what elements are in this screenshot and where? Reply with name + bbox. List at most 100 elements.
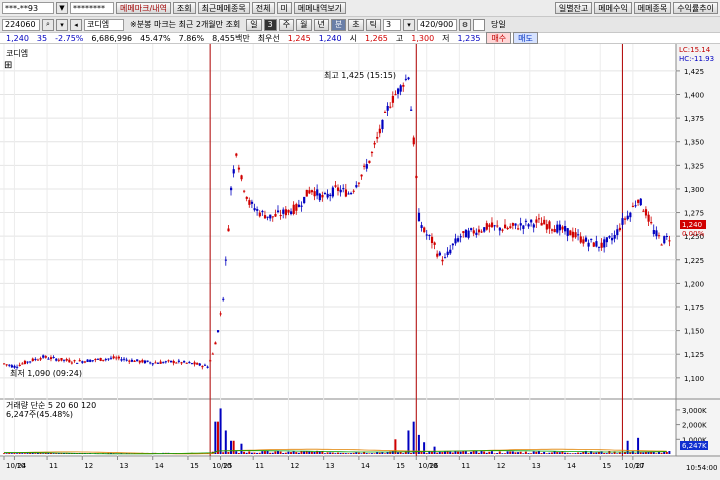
stock-dropdown-icon[interactable]: ▾ bbox=[56, 18, 68, 31]
volume-bar bbox=[3, 453, 5, 454]
time-axis-label: 10 bbox=[223, 462, 232, 470]
candle-body bbox=[91, 360, 94, 362]
trade-history-view-button[interactable]: 메메내역보기 bbox=[293, 2, 347, 14]
candle-body bbox=[23, 360, 27, 364]
volume-bar bbox=[323, 453, 326, 454]
price-axis-label: 1,425 bbox=[684, 68, 704, 76]
candle-body bbox=[256, 209, 259, 211]
candle-body bbox=[303, 196, 306, 204]
candle-body bbox=[459, 236, 462, 238]
data-count-field[interactable]: 420/900 bbox=[417, 18, 458, 31]
candle-body bbox=[438, 252, 441, 256]
all-button[interactable]: 전체 bbox=[251, 2, 275, 14]
volume-bar bbox=[566, 452, 569, 454]
period-tick-button[interactable]: 틱 bbox=[365, 18, 382, 31]
candle-body bbox=[237, 167, 241, 170]
candle-body bbox=[355, 185, 358, 188]
buy-button[interactable]: 매수 bbox=[486, 32, 512, 44]
volume-bar bbox=[485, 452, 488, 454]
candle-body bbox=[663, 236, 666, 244]
period-count-button[interactable]: 3 bbox=[263, 18, 277, 31]
candle-body bbox=[198, 363, 201, 366]
interval-field[interactable]: 3 bbox=[383, 18, 402, 31]
candle-body bbox=[381, 119, 384, 130]
price-axis-label: 1,325 bbox=[684, 162, 704, 170]
period-minute-button[interactable]: 분 bbox=[330, 18, 347, 31]
volume-bar bbox=[297, 452, 300, 454]
volume-bar bbox=[420, 451, 423, 454]
candle-body bbox=[397, 88, 400, 94]
time-axis-label: 13 bbox=[326, 462, 335, 470]
volume-bar bbox=[655, 453, 658, 454]
same-day-checkbox[interactable] bbox=[473, 18, 486, 31]
account-number-field[interactable]: ***-**93 bbox=[2, 2, 54, 14]
mi-button[interactable]: 미 bbox=[276, 2, 292, 14]
chart-settings-icon[interactable]: ⚙ bbox=[459, 18, 472, 31]
best-ask-price: 1,245 bbox=[287, 33, 311, 43]
sell-button[interactable]: 매도 bbox=[513, 32, 538, 44]
candle-body bbox=[634, 205, 637, 207]
search-icon[interactable]: ⌕ bbox=[42, 18, 54, 31]
candle-body bbox=[216, 330, 220, 333]
candle-body bbox=[70, 362, 74, 364]
trade-stock-button[interactable]: 메메종목 bbox=[633, 2, 672, 14]
candle-body bbox=[292, 204, 295, 214]
candle-body bbox=[514, 223, 517, 226]
candle-body bbox=[647, 214, 650, 222]
candle-body bbox=[295, 204, 298, 211]
candle-body bbox=[219, 313, 222, 315]
period-second-button[interactable]: 초 bbox=[348, 18, 364, 31]
volume-bar bbox=[603, 453, 606, 454]
candle-body bbox=[206, 366, 209, 368]
volume-bar bbox=[360, 453, 363, 454]
period-week-button[interactable]: 주 bbox=[278, 18, 295, 31]
account-dropdown-icon[interactable]: ▼ bbox=[56, 2, 68, 14]
candle-body bbox=[577, 234, 580, 236]
time-axis-label: 15 bbox=[602, 462, 611, 470]
candle-body bbox=[582, 239, 585, 244]
candle-body bbox=[618, 227, 622, 231]
period-month-button[interactable]: 월 bbox=[296, 18, 312, 31]
chart-area[interactable]: 코디엠 ⊞ 최고 1,425 (15:15) 최저 1,090 (09:24) … bbox=[0, 44, 720, 480]
candle-body bbox=[412, 137, 415, 145]
last-change-label: 0.00% bbox=[682, 230, 705, 238]
candle-body bbox=[470, 228, 473, 230]
interval-dropdown-icon[interactable]: ▾ bbox=[403, 18, 416, 31]
volume-bar bbox=[407, 430, 410, 454]
volume-bar bbox=[329, 452, 332, 454]
period-year-button[interactable]: 년 bbox=[313, 18, 329, 31]
volume-bar bbox=[470, 451, 473, 454]
candle-body bbox=[185, 362, 188, 364]
profit-trend-button[interactable]: 수익률추이 bbox=[673, 2, 718, 14]
volume-bar bbox=[378, 452, 381, 454]
candle-body bbox=[668, 240, 671, 242]
daily-balance-button[interactable]: 일별잔고 bbox=[554, 2, 593, 14]
candle-body bbox=[517, 228, 520, 230]
previous-stock-icon[interactable]: ◂ bbox=[70, 18, 82, 31]
recent-trade-stock-button[interactable]: 최근메메종목 bbox=[197, 2, 250, 14]
volume-bar bbox=[357, 452, 360, 454]
candle-body bbox=[86, 359, 89, 363]
volume-bar bbox=[504, 453, 506, 454]
volume-bar bbox=[36, 453, 39, 454]
stock-name-field[interactable]: 코디엠 bbox=[84, 18, 124, 31]
volume-bar bbox=[287, 451, 290, 454]
stock-code-field[interactable]: 224060 bbox=[2, 18, 40, 31]
volume-bar bbox=[263, 451, 266, 454]
candle-body bbox=[464, 229, 468, 238]
candle-body bbox=[564, 226, 567, 232]
price-axis-label: 1,225 bbox=[684, 257, 704, 265]
period-day-button[interactable]: 일 bbox=[246, 18, 262, 31]
password-field[interactable]: ******** bbox=[70, 2, 114, 14]
crosshair-icon[interactable]: ⊞ bbox=[4, 60, 12, 71]
price-axis-label: 1,275 bbox=[684, 210, 704, 218]
trade-mark-history-button[interactable]: 메메마크/내역 bbox=[116, 2, 171, 14]
candle-body bbox=[31, 358, 34, 362]
candle-body bbox=[624, 218, 627, 220]
volume-bar bbox=[284, 452, 287, 454]
candle-body bbox=[537, 218, 541, 220]
volume-bar bbox=[248, 451, 251, 454]
candle-body bbox=[235, 153, 238, 156]
trade-profit-button[interactable]: 메메수익 bbox=[594, 2, 632, 14]
query-button[interactable]: 조회 bbox=[172, 2, 196, 14]
